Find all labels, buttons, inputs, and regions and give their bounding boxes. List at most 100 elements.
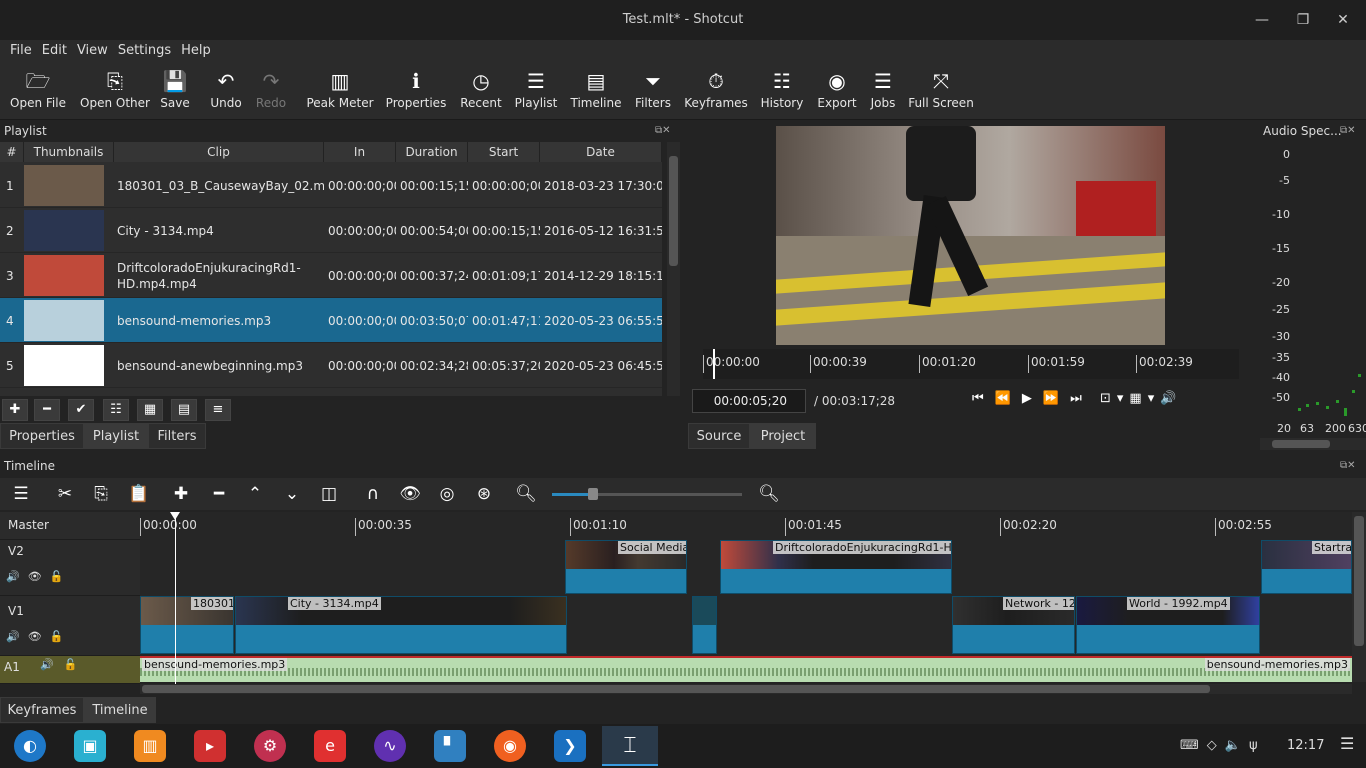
skip-previous-icon[interactable]: ⏮ (972, 391, 995, 406)
mute-icon[interactable]: 🔊 (6, 570, 28, 583)
timeline-clip[interactable]: DriftcoloradoEnjukuracingRd1-HD. (720, 540, 952, 594)
timeline-clip[interactable]: World - 1992.mp4 (1076, 596, 1260, 654)
jobs-button[interactable]: ☰ Jobs (868, 62, 898, 120)
timeline-button[interactable]: ▤ Timeline (569, 62, 623, 120)
append-icon[interactable]: ✚ (166, 478, 196, 510)
close-icon[interactable]: ✕ (1323, 0, 1363, 40)
audio-spectrum-scrollbar[interactable] (1260, 438, 1366, 450)
audio-clip[interactable]: bensound-memories.mp3 bensound-memories.… (140, 656, 1352, 682)
usb-icon[interactable]: ψ (1249, 738, 1266, 753)
play-icon[interactable]: ▶ (1022, 391, 1043, 406)
add-clip-button[interactable]: ✚ (2, 399, 28, 421)
tab-keyframes[interactable]: Keyframes (0, 697, 84, 723)
mute-icon[interactable]: 🔊 (40, 658, 64, 671)
playhead-marker[interactable] (170, 512, 180, 520)
network-icon[interactable]: ◇ (1207, 738, 1225, 753)
col-header-number[interactable]: # (0, 142, 24, 162)
video-preview[interactable] (776, 126, 1165, 345)
update-clip-button[interactable]: ✔ (68, 399, 94, 421)
shotcut-taskbar-icon[interactable]: ⌶ (602, 726, 658, 766)
playlist-scrollbar[interactable] (667, 142, 680, 396)
terminal-icon[interactable]: ▸ (194, 730, 226, 762)
fast-forward-icon[interactable]: ⏩ (1043, 391, 1070, 406)
menu-help[interactable]: Help (176, 40, 216, 62)
timeline-playhead[interactable] (175, 512, 176, 684)
tile-view-button[interactable]: ▦ (137, 399, 163, 421)
detail-view-button[interactable]: ☷ (103, 399, 129, 421)
player-playhead[interactable] (713, 349, 715, 379)
remove-clip-button[interactable]: ━ (34, 399, 60, 421)
menu-edit[interactable]: Edit (37, 40, 72, 62)
scrub-icon[interactable]: 👁 (395, 478, 425, 510)
volume-icon[interactable]: 🔊 (1160, 391, 1182, 406)
playlist-row[interactable]: 2 City - 3134.mp4 00:00:00;00 00:00:54;00 00… (0, 208, 662, 253)
timeline-clip[interactable] (692, 596, 717, 654)
firefox-icon[interactable]: ◉ (494, 730, 526, 762)
notes-icon[interactable]: ▘ (434, 730, 466, 762)
tab-timeline[interactable]: Timeline (84, 697, 156, 723)
fullscreen-button[interactable]: ⤧ Full Screen (908, 62, 974, 120)
properties-button[interactable]: ℹ Properties (385, 62, 447, 120)
ripple-all-icon[interactable]: ⊛ (469, 478, 499, 510)
dock-float-icon[interactable]: ⧉✕ (1340, 125, 1356, 136)
minimize-icon[interactable]: — (1242, 0, 1282, 40)
split-icon[interactable]: ◫ (314, 478, 344, 510)
menu-view[interactable]: View (72, 40, 113, 62)
tab-source[interactable]: Source (688, 423, 750, 449)
grid-icon[interactable]: ▦▾ (1129, 391, 1160, 406)
track-header-a1[interactable]: A1 🔊🔓 (0, 656, 140, 684)
track-master[interactable]: Master (0, 512, 140, 540)
clock[interactable]: 12:17 (1287, 738, 1324, 753)
ripple-icon[interactable]: ◎ (432, 478, 462, 510)
playlist-row[interactable]: 1 180301_03_B_CausewayBay_02.mp4 00:00:00;… (0, 163, 662, 208)
menu-file[interactable]: File (5, 40, 37, 62)
copy-icon[interactable]: ⎘ (86, 478, 116, 510)
peak-meter-button[interactable]: ▥ Peak Meter (305, 62, 375, 120)
save-button[interactable]: 💾 Save (157, 62, 193, 120)
ripple-delete-icon[interactable]: ━ (204, 478, 234, 510)
redo-button[interactable]: ↷ Redo (253, 62, 289, 120)
overwrite-icon[interactable]: ⌄ (277, 478, 307, 510)
file-manager-icon[interactable]: ▣ (74, 730, 106, 762)
icon-view-button[interactable]: ▤ (171, 399, 197, 421)
undo-button[interactable]: ↶ Undo (207, 62, 245, 120)
zoom-icon[interactable]: ⊡▾ (1100, 391, 1129, 406)
lock-icon[interactable]: 🔓 (50, 630, 72, 643)
tab-properties[interactable]: Properties (0, 423, 84, 449)
playlist-menu-button[interactable]: ≡ (205, 399, 231, 421)
open-file-button[interactable]: 🗁 Open File (6, 62, 70, 120)
timeline-clip[interactable]: City - 3134.mp4 (235, 596, 567, 654)
playlist-row[interactable]: 5 bensound-anewbeginning.mp3 00:00:00;00 00… (0, 343, 662, 388)
zoom-out-icon[interactable]: 🔍︎ (511, 478, 541, 510)
hide-icon[interactable]: 👁 (28, 570, 50, 583)
editor-icon[interactable]: e (314, 730, 346, 762)
timeline-clip[interactable]: Social Media (565, 540, 687, 594)
playlist-row[interactable]: 4 bensound-memories.mp3 00:00:00;00 00:03:5… (0, 298, 662, 343)
timeline-menu-icon[interactable]: ☰ (6, 478, 36, 510)
system-monitor-icon[interactable]: ∿ (374, 730, 406, 762)
timeline-clip[interactable]: 180301 (140, 596, 234, 654)
timeline-clip[interactable]: Network - 127 (952, 596, 1075, 654)
export-button[interactable]: ◉ Export (815, 62, 859, 120)
playlist-row[interactable]: 3 DriftcoloradoEnjukuracingRd1-HD.mp4.mp4… (0, 253, 662, 298)
hide-icon[interactable]: 👁 (28, 630, 50, 643)
col-header-in[interactable]: In (324, 142, 396, 162)
lock-icon[interactable]: 🔓 (50, 570, 72, 583)
timeline-clip[interactable]: Startra (1261, 540, 1352, 594)
vscode-icon[interactable]: ❯ (554, 730, 586, 762)
open-other-button[interactable]: ⎘ Open Other (77, 62, 153, 120)
timeline-hscrollbar[interactable] (140, 684, 1352, 694)
playlist-button[interactable]: ☰ Playlist (514, 62, 558, 120)
maximize-icon[interactable]: ❐ (1283, 0, 1323, 40)
player-ruler[interactable]: 00:00:00 00:00:39 00:01:20 00:01:59 00:0… (703, 349, 1239, 379)
col-header-thumbnails[interactable]: Thumbnails (24, 142, 114, 162)
dock-float-icon[interactable]: ⧉✕ (1340, 460, 1356, 471)
history-button[interactable]: ☷ History (759, 62, 805, 120)
tab-project[interactable]: Project (750, 423, 816, 449)
col-header-duration[interactable]: Duration (396, 142, 468, 162)
mute-icon[interactable]: 🔊 (6, 630, 28, 643)
recent-button[interactable]: ◷ Recent (458, 62, 504, 120)
menu-settings[interactable]: Settings (113, 40, 176, 62)
skip-next-icon[interactable]: ⏭ (1070, 391, 1093, 406)
track-header-v1[interactable]: V1 🔊👁🔓 (0, 596, 140, 656)
